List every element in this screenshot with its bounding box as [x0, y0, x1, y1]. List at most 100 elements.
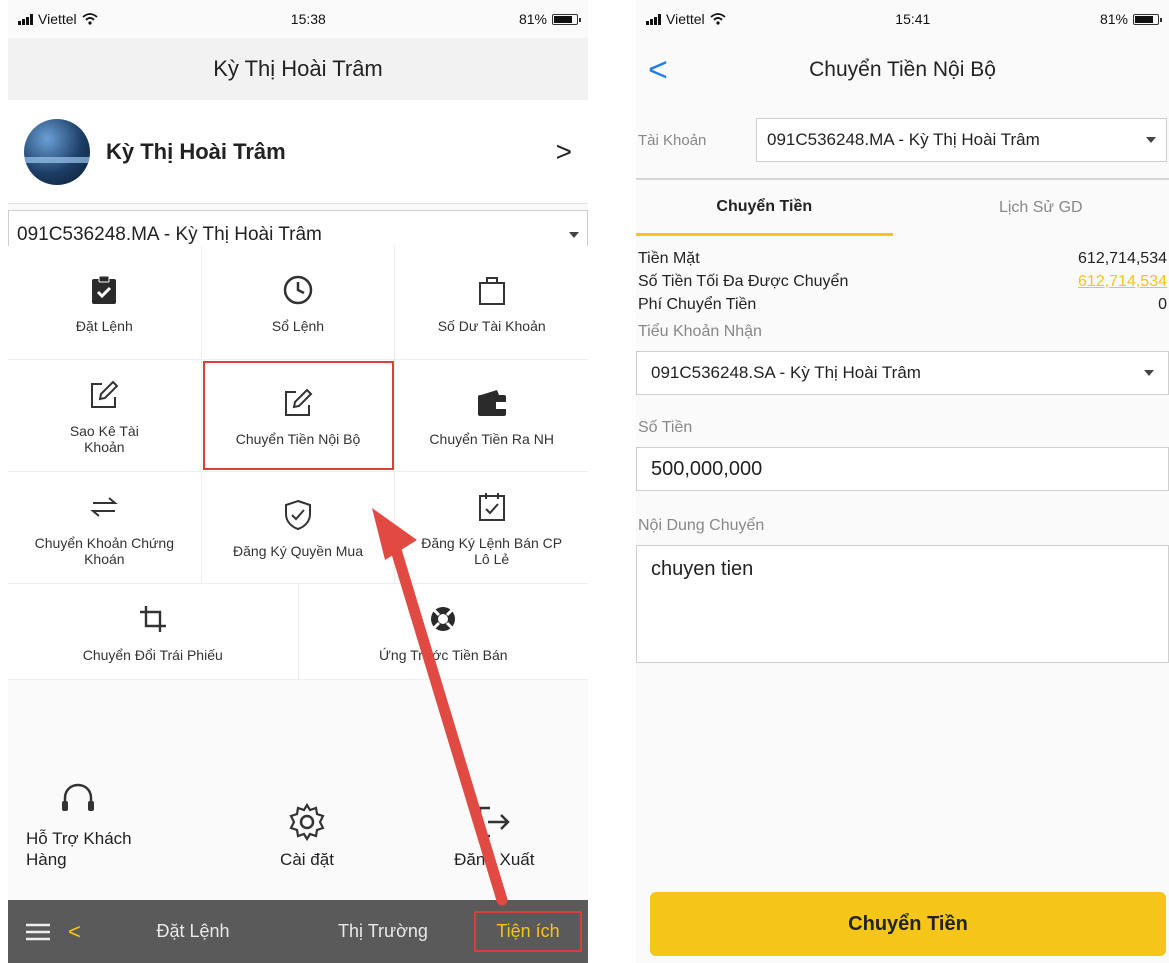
account-select[interactable]: 091C536248.MA - Kỳ Thị Hoài Trâm	[756, 118, 1167, 162]
swap-icon	[86, 489, 122, 525]
wifi-icon	[710, 13, 726, 25]
account-select-value: 091C536248.MA - Kỳ Thị Hoài Trâm	[17, 224, 322, 245]
battery-percent: 81%	[1099, 11, 1128, 27]
carrier-name: Viettel	[666, 11, 705, 27]
tab-dat-lenh[interactable]: Đặt Lệnh	[98, 921, 288, 942]
submit-transfer-button[interactable]: Chuyển Tiền	[650, 892, 1166, 956]
menu-chuyen-doi-trai-phieu[interactable]: Chuyển Đổi Trái Phiếu	[8, 584, 299, 679]
account-select-value: 091C536248.MA - Kỳ Thị Hoài Trâm	[767, 130, 1040, 149]
support-button[interactable]: Hỗ Trợ Khách Hàng	[8, 780, 213, 871]
settings-label: Cài đặt	[280, 850, 334, 869]
support-row: Hỗ Trợ Khách Hàng Cài đặt Đăng Xuất	[8, 780, 588, 871]
menu-sao-ke-tai-khoan[interactable]: Sao Kê Tài Khoản	[8, 360, 202, 471]
info-label: Phí Chuyển Tiền	[638, 296, 757, 313]
menu-label: Số Dư Tài Khoản	[437, 317, 546, 334]
balance-info: Tiền Mặt 612,714,534 Số Tiền Tối Đa Được…	[636, 236, 1169, 319]
wifi-icon	[82, 13, 98, 25]
page-title: Chuyển Tiền Nội Bộ	[809, 58, 996, 81]
wallet-icon	[474, 385, 510, 421]
clipboard-check-icon	[86, 272, 122, 308]
avatar	[24, 118, 90, 185]
logout-label: Đăng Xuất	[454, 850, 535, 869]
chevron-left-icon[interactable]: <	[68, 919, 98, 945]
headset-icon	[62, 783, 94, 811]
page-title: Kỳ Thị Hoài Trâm	[8, 38, 588, 100]
profile-name: Kỳ Thị Hoài Trâm	[106, 138, 286, 164]
menu-ung-truoc-tien-ban[interactable]: Ứng Trước Tiền Bán	[299, 584, 589, 679]
status-bar: Viettel 15:41 81%	[636, 0, 1169, 38]
battery-icon	[552, 13, 581, 25]
info-value: 612,714,534	[1078, 250, 1167, 267]
menu-label: Đăng Ký Lệnh Bán CP Lô Lẻ	[421, 534, 563, 567]
amount-input[interactable]: 500,000,000	[636, 447, 1169, 491]
hamburger-icon[interactable]	[8, 923, 68, 941]
tab-thi-truong[interactable]: Thị Trường	[288, 921, 478, 942]
shield-check-icon	[280, 497, 316, 533]
info-value: 0	[1158, 296, 1167, 313]
tab-lich-su-gd[interactable]: Lịch Sử GD	[913, 180, 1169, 236]
account-row: Tài Khoản 091C536248.MA - Kỳ Thị Hoài Tr…	[636, 102, 1169, 180]
menu-dang-ky-quyen-mua[interactable]: Đăng Ký Quyền Mua	[202, 472, 396, 583]
menu-dat-lenh[interactable]: Đặt Lệnh	[8, 246, 202, 359]
menu-chuyen-tien-noi-bo[interactable]: Chuyển Tiền Nội Bộ	[202, 360, 396, 471]
feature-grid: Đặt Lệnh Sổ Lệnh Số Dư Tài Khoản Sao Kê …	[8, 246, 588, 680]
shopping-bag-icon	[474, 272, 510, 308]
menu-label: Đăng Ký Quyền Mua	[233, 542, 363, 559]
tab-bar: Chuyển Tiền Lịch Sử GD	[636, 180, 1169, 236]
info-row: Số Tiền Tối Đa Được Chuyển 612,714,534	[638, 273, 1167, 296]
menu-so-du-tai-khoan[interactable]: Số Dư Tài Khoản	[395, 246, 588, 359]
amount-label: Số Tiền	[638, 419, 693, 436]
info-row: Tiền Mặt 612,714,534	[638, 250, 1167, 273]
chevron-right-icon: >	[555, 135, 572, 167]
calendar-check-icon	[474, 489, 510, 525]
battery-icon	[1133, 13, 1162, 25]
signal-icon	[18, 13, 33, 25]
logout-button[interactable]: Đăng Xuất	[401, 780, 588, 871]
carrier-name: Viettel	[38, 11, 77, 27]
edit-icon	[280, 385, 316, 421]
menu-dang-ky-lenh-ban[interactable]: Đăng Ký Lệnh Bán CP Lô Lẻ	[395, 472, 588, 583]
content-textarea[interactable]: chuyen tien	[636, 545, 1169, 663]
menu-label: Chuyển Khoản Chứng Khoán	[34, 534, 174, 567]
lifebuoy-icon	[425, 601, 461, 637]
menu-label: Sao Kê Tài Khoản	[69, 422, 139, 455]
back-chevron-icon[interactable]: <	[648, 51, 668, 90]
battery-percent: 81%	[518, 11, 547, 27]
nav-bar: < Chuyển Tiền Nội Bộ	[636, 38, 1169, 102]
caret-down-icon	[1146, 137, 1156, 143]
menu-label: Chuyển Đổi Trái Phiếu	[82, 646, 223, 663]
left-screen: Viettel 15:38 81% Kỳ Thị Hoài Trâm Kỳ Th…	[8, 0, 588, 963]
caret-down-icon	[569, 232, 579, 238]
tab-tien-ich[interactable]: Tiện ích	[474, 911, 582, 952]
gear-icon	[289, 802, 325, 842]
content-label: Nội Dung Chuyển	[638, 517, 765, 534]
bottom-nav: < Đặt Lệnh Thị Trường Tiện ích	[8, 900, 588, 963]
menu-so-lenh[interactable]: Sổ Lệnh	[202, 246, 396, 359]
tab-chuyen-tien[interactable]: Chuyển Tiền	[636, 180, 893, 236]
settings-button[interactable]: Cài đặt	[213, 780, 400, 871]
max-amount-link[interactable]: 612,714,534	[1078, 273, 1167, 296]
status-time: 15:41	[895, 11, 931, 27]
menu-label: Đặt Lệnh	[75, 317, 133, 334]
menu-label: Chuyển Tiền Ra NH	[429, 430, 554, 447]
menu-label: Chuyển Tiền Nội Bộ	[235, 430, 361, 447]
profile-row[interactable]: Kỳ Thị Hoài Trâm >	[8, 100, 588, 204]
logout-icon	[479, 806, 511, 838]
caret-down-icon	[1144, 370, 1154, 376]
receive-account-value: 091C536248.SA - Kỳ Thị Hoài Trâm	[651, 363, 921, 382]
account-label: Tài Khoản	[638, 131, 707, 149]
clock-icon	[280, 272, 316, 308]
menu-chuyen-tien-ra-nh[interactable]: Chuyển Tiền Ra NH	[395, 360, 588, 471]
status-time: 15:38	[290, 11, 326, 27]
receive-account-select[interactable]: 091C536248.SA - Kỳ Thị Hoài Trâm	[636, 351, 1169, 395]
status-bar: Viettel 15:38 81%	[8, 0, 588, 38]
edit-icon	[86, 377, 122, 413]
menu-chuyen-khoan-chung-khoan[interactable]: Chuyển Khoản Chứng Khoán	[8, 472, 202, 583]
right-screen: Viettel 15:41 81% < Chuyển Tiền Nội Bộ T…	[636, 0, 1169, 963]
info-label: Số Tiền Tối Đa Được Chuyển	[638, 273, 849, 290]
crop-icon	[135, 601, 171, 637]
info-label: Tiền Mặt	[638, 250, 700, 267]
support-label: Hỗ Trợ Khách Hàng	[26, 829, 132, 870]
info-row: Phí Chuyển Tiền 0	[638, 296, 1167, 319]
signal-icon	[646, 13, 661, 25]
